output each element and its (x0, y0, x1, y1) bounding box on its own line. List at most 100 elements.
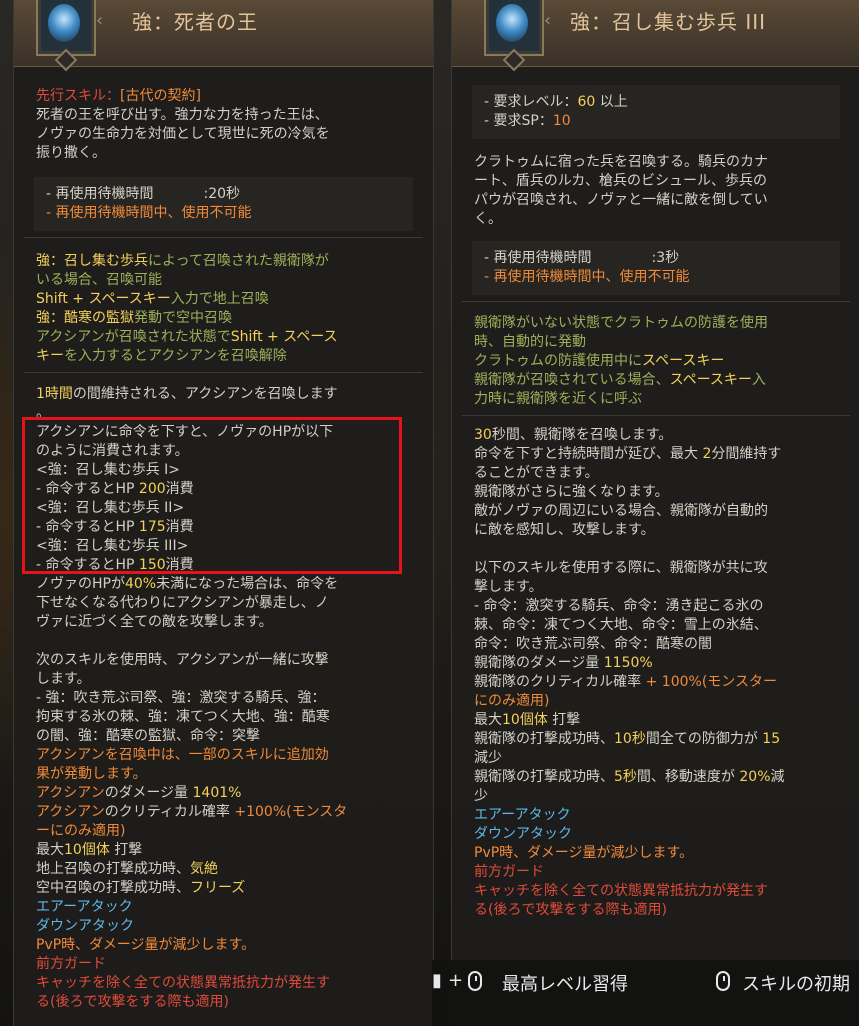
main-text: 親衛隊のダメージ量 (474, 655, 604, 671)
status-effect: フリーズ (190, 880, 246, 896)
attack-type: エアーアタック (36, 899, 133, 915)
req-sp-value: 10 (552, 113, 571, 129)
cond-key: キー (36, 348, 64, 364)
pvp-text: PvP時、ダメージ量が減少します。 (36, 937, 256, 953)
prereq-label: 先行スキル： (36, 88, 120, 104)
main-text: 敵がノヴァの周辺にいる場合、親衛隊が自動的 (474, 503, 768, 519)
effect-text: アクシアンを召喚中は、一部のスキルに追加効 (36, 747, 329, 763)
main-text: 打撃 (109, 842, 143, 858)
skill-reset-button[interactable]: スキルの初期 (742, 970, 850, 996)
mouse-icon (716, 970, 730, 991)
cond-text: によって召喚された親衛隊が (148, 253, 329, 269)
main-text: 減少 (474, 750, 502, 766)
cond-text: を入力するとアクシアンを召喚解除 (64, 348, 287, 364)
main-text: 未満になった場合は、命令を (156, 576, 339, 592)
cond-text: 親衛隊が召喚されている場合、 (474, 372, 670, 388)
learn-max-button[interactable]: 最高レベル習得 (502, 970, 628, 996)
main-text: 拘束する氷の棘、強：凍てつく大地、強：酷寒 (36, 709, 330, 725)
plus-sign: + (448, 970, 464, 991)
tooltip-header: ‹ 強：召し集む歩兵 III (452, 0, 859, 72)
cond-text: 力時に親衛隊を近くに呼ぶ (474, 391, 642, 407)
main-text: 秒間、親衛隊を召喚します。 (491, 427, 673, 443)
desc-line: クラトゥムに宿った兵を召喚する。騎兵のカナ (474, 154, 768, 170)
desc-line: く。 (474, 211, 502, 227)
main-text: します。 (36, 671, 91, 687)
cond-key: Shift + スペース (230, 329, 338, 345)
main-text: 命令：吹き荒ぶ司祭、命令：酷寒の闇 (474, 636, 712, 652)
desc-line: ート、盾兵のルカ、槍兵のビシュール、歩兵の (474, 173, 768, 189)
main-text: の闇、強：酷寒の監獄、命令：突撃 (36, 728, 260, 744)
guard-text: る(後ろで攻撃をする際も適用) (36, 994, 229, 1010)
crit-value: +100%(モンスタ (234, 804, 348, 820)
skill-title: 強：召し集む歩兵 III (570, 10, 767, 34)
guard-text: キャッチを除く全ての状態異常抵抗力が発生す (474, 883, 768, 899)
main-text: 間全ての防御力が (645, 731, 763, 747)
main-text: 撃します。 (474, 579, 543, 595)
main-text: 親衛隊の打撃成功時、 (474, 731, 614, 747)
chevron-left-icon[interactable]: ‹ (96, 10, 103, 31)
duration: 1時間 (36, 386, 73, 402)
effect-text: アクシアン (36, 804, 105, 820)
main-text: 分間維持す (711, 446, 782, 462)
main-text: 命令を下すと持続時間が延び、最大 (474, 446, 703, 462)
status-effect: 気絶 (190, 861, 218, 877)
req-level-value: 60 (577, 94, 596, 110)
main-text: 空中召喚の打撃成功時、 (36, 880, 190, 896)
cooldown-label: - 再使用待機時間 (484, 250, 592, 266)
cooldown-value: :3秒 (651, 250, 680, 266)
guard-text: 前方ガード (474, 864, 544, 880)
main-text: の間維持される、アクシアンを召喚します (72, 386, 338, 402)
main-text: 下せなくなる代わりにアクシアンが暴走し、ノ (36, 595, 329, 611)
cond-text: アクシアンが召喚された状態で (36, 329, 231, 345)
max-targets: 10個体 (64, 842, 110, 858)
effect-text: アクシアン (36, 785, 105, 801)
main-text: 少 (474, 788, 488, 804)
crit-value: にのみ適用) (474, 693, 550, 709)
damage-value: 1401% (192, 785, 242, 801)
prereq-value: [古代の契約] (120, 88, 201, 104)
main-text: 最大 (36, 842, 64, 858)
main-text: ることができます。 (474, 465, 599, 481)
hp-threshold: 40% (124, 576, 157, 592)
cond-skill: 強：召し集む歩兵 (36, 253, 148, 269)
main-text: - 強：吹き荒ぶ司祭、強：激突する騎兵、強： (36, 690, 326, 706)
cond-key: Shift + スペースキー (36, 291, 171, 307)
cond-key: スペースキー (669, 372, 752, 388)
desc-line: 振り撒く。 (36, 145, 106, 161)
req-level-suffix: 以上 (595, 94, 628, 110)
cond-text: クラトゥムの防護使用中に (474, 353, 642, 369)
guard-text: キャッチを除く全ての状態異常抵抗力が発生す (36, 975, 330, 991)
main-text: 間、移動速度が (636, 769, 740, 785)
main-text: 親衛隊のクリティカル確率 (474, 674, 646, 690)
main-text: 打撃 (547, 712, 581, 728)
desc-line: ノヴァの生命力を対価として現世に死の冷気を (36, 126, 330, 142)
guard-text: る(後ろで攻撃をする際も適用) (474, 902, 667, 918)
crit-value: ーにのみ適用) (36, 823, 126, 839)
main-text: ヴァに近づく全ての敵を攻撃します。 (36, 614, 273, 630)
main-text: 地上召喚の打撃成功時、 (36, 861, 190, 877)
cond-text: 時、自動的に発動 (474, 334, 586, 350)
defense-value: 15 (762, 731, 781, 747)
attack-type: ダウンアタック (474, 826, 572, 842)
damage-value: 1150% (603, 655, 653, 671)
main-text: のダメージ量 (104, 785, 193, 801)
cond-text: 発動で空中召喚 (134, 310, 232, 326)
cooldown-warning: - 再使用待機時間中、使用不可能 (46, 205, 252, 221)
desc-line: 死者の王を呼び出す。強力な力を持った王は、 (36, 107, 329, 123)
mouse-icon (468, 970, 482, 991)
main-text: 最大 (474, 712, 502, 728)
chevron-left-icon[interactable]: ‹ (544, 10, 551, 31)
main-text: 以下のスキルを使用する際に、親衛隊が共に攻 (474, 560, 768, 576)
req-level-label: - 要求レベル： (484, 94, 578, 110)
crit-value: + 100%(モンスター (645, 674, 778, 690)
cond-text: 親衛隊がいない状態でクラトゥムの防護を使用 (474, 315, 768, 331)
main-text: 親衛隊の打撃成功時、 (474, 769, 614, 785)
speed-value: 20% (739, 769, 771, 785)
duration: 30 (474, 427, 492, 443)
req-sp-label: - 要求SP： (484, 113, 553, 129)
cond-skill: 強：酷寒の監獄 (36, 310, 134, 326)
max-targets: 10個体 (502, 712, 548, 728)
skill-icon (484, 0, 544, 72)
guard-text: 前方ガード (36, 956, 106, 972)
key-hint-icon: ▮ (432, 970, 442, 991)
